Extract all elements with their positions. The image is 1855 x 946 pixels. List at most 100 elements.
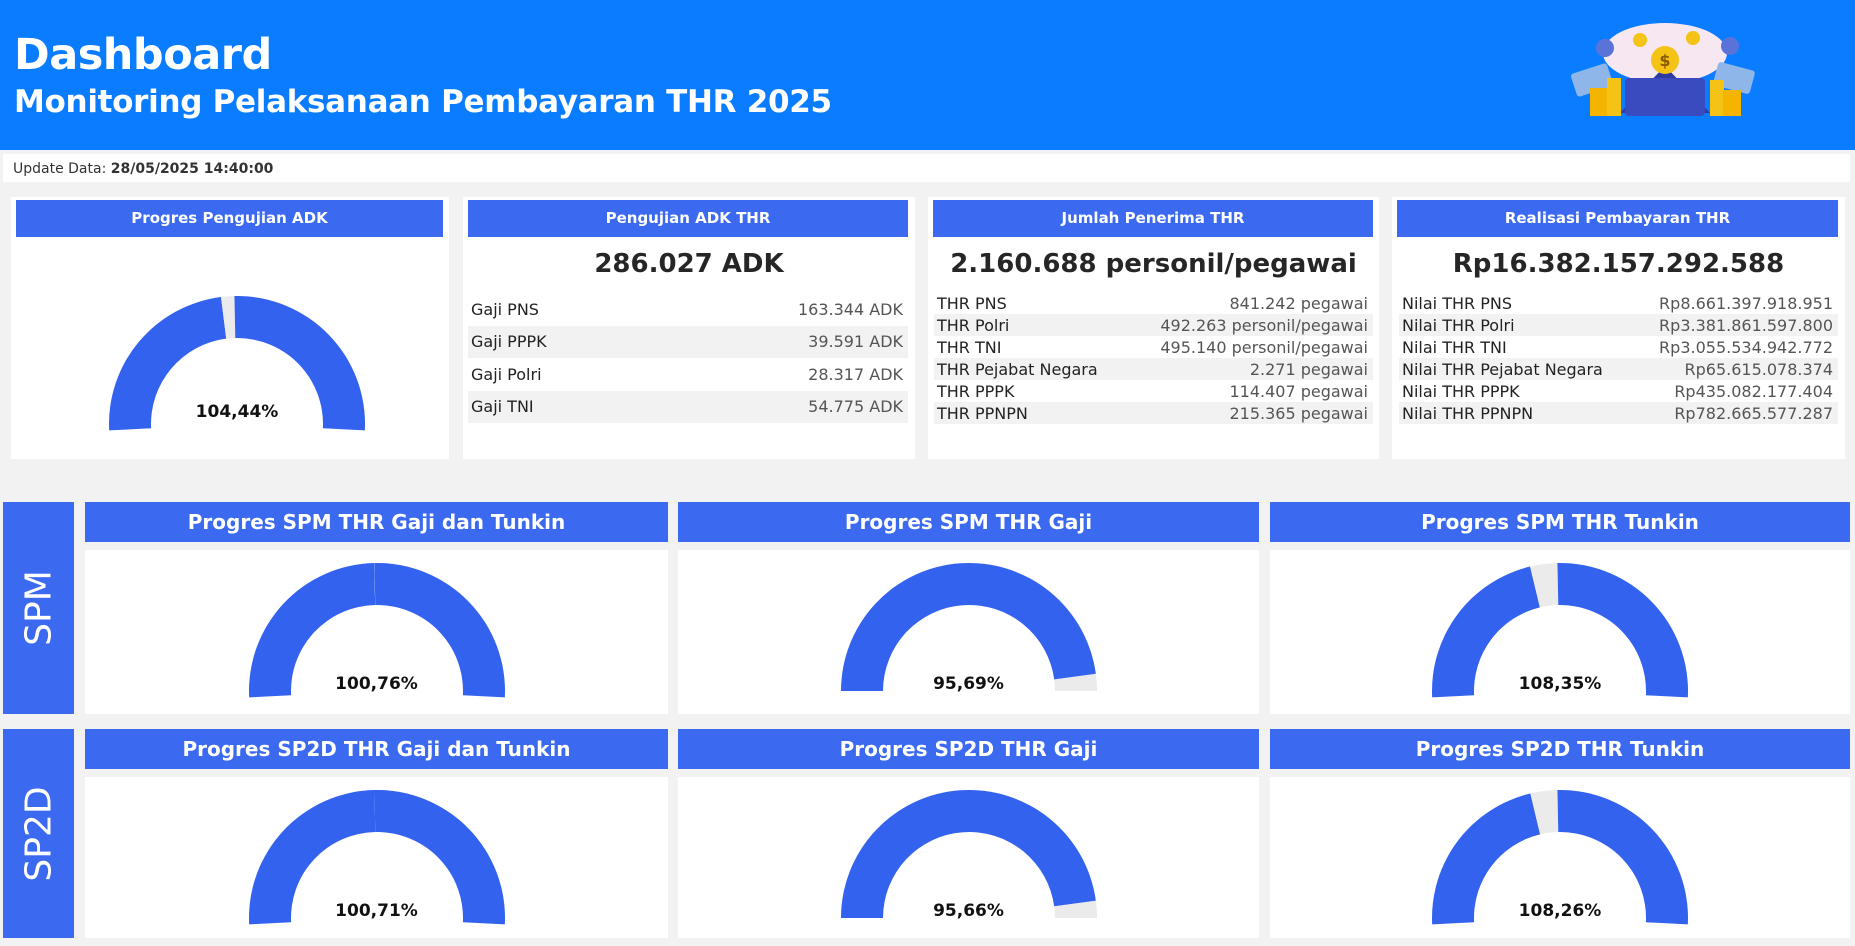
recipients-card: Jumlah Penerima THR 2.160.688 personil/p… xyxy=(928,197,1379,459)
panel-title: Progres SPM THR Gaji dan Tunkin xyxy=(85,502,668,542)
progress-gauge: 108,35% xyxy=(1430,556,1690,706)
row-value: Rp3.055.534.942.772 xyxy=(1659,337,1833,357)
adk-progress-card: Progres Pengujian ADK 104,44% xyxy=(11,197,449,459)
row-label: THR TNI xyxy=(937,337,1002,357)
gauge-panel: 95,66% xyxy=(678,777,1259,938)
card-title: Progres Pengujian ADK xyxy=(16,200,443,237)
list-item: Gaji PPPK 39.591 ADK xyxy=(468,325,908,358)
progress-gauge: 95,69% xyxy=(839,556,1099,706)
list-item: THR PNS 841.242 pegawai xyxy=(934,292,1373,314)
update-label-text: Update Data: xyxy=(13,161,107,177)
row-value: Rp65.615.078.374 xyxy=(1684,359,1833,379)
row-label: Gaji Polri xyxy=(471,364,542,384)
realization-card: Realisasi Pembayaran THR Rp16.382.157.29… xyxy=(1392,197,1845,459)
list-item: Gaji TNI 54.775 ADK xyxy=(468,390,908,423)
progress-gauge: 108,26% xyxy=(1430,783,1690,933)
adk-test-card: Pengujian ADK THR 286.027 ADK Gaji PNS 16… xyxy=(463,197,915,459)
row-value: Rp8.661.397.918.951 xyxy=(1659,293,1833,313)
list-item: THR PPNPN 215.365 pegawai xyxy=(934,402,1373,424)
card-title: Pengujian ADK THR xyxy=(468,200,908,237)
adk-rows: Gaji PNS 163.344 ADK Gaji PPPK 39.591 ADK Ga… xyxy=(468,293,908,423)
panel-title: Progres SPM THR Gaji xyxy=(678,502,1259,542)
row-label: Nilai THR PPNPN xyxy=(1402,403,1534,423)
list-item: Nilai THR TNI Rp3.055.534.942.772 xyxy=(1399,336,1838,358)
row-value: Rp782.665.577.287 xyxy=(1674,403,1833,423)
card-title: Jumlah Penerima THR xyxy=(933,200,1373,237)
update-label: Update Data: 28/05/2025 14:40:00 xyxy=(13,161,273,177)
card-total: 286.027 ADK xyxy=(594,249,784,279)
gauge-value: 100,76% xyxy=(335,674,418,694)
row-value: 54.775 ADK xyxy=(808,397,903,417)
realization-rows: Nilai THR PNS Rp8.661.397.918.951 Nilai TH… xyxy=(1399,292,1838,424)
spm-side-label: SPM xyxy=(3,502,74,714)
header-banner: Dashboard Monitoring Pelaksanaan Pembaya… xyxy=(0,0,1855,150)
row-value: 492.263 personil/pegawai xyxy=(1160,315,1368,335)
gauge-value: 108,35% xyxy=(1518,674,1602,694)
card-total: Rp16.382.157.292.588 xyxy=(1452,249,1785,279)
row-value: 39.591 ADK xyxy=(808,332,903,352)
gauge-panel: 95,69% xyxy=(678,550,1259,714)
row-label: THR Polri xyxy=(937,315,1010,335)
row-value: 841.242 pegawai xyxy=(1229,293,1368,313)
row-label: THR PPPK xyxy=(937,381,1015,401)
list-item: Nilai THR Pejabat Negara Rp65.615.078.374 xyxy=(1399,358,1838,380)
row-label: Nilai THR Pejabat Negara xyxy=(1402,359,1603,379)
row-label: Gaji TNI xyxy=(471,397,534,417)
gauge-value: 95,66% xyxy=(933,901,1004,921)
gauge-value: 104,44% xyxy=(195,402,279,422)
row-value: 215.365 pegawai xyxy=(1229,403,1368,423)
list-item: Gaji PNS 163.344 ADK xyxy=(468,293,908,326)
progress-gauge: 95,66% xyxy=(839,783,1099,933)
list-item: Nilai THR PPNPN Rp782.665.577.287 xyxy=(1399,402,1838,424)
row-label: THR PNS xyxy=(937,293,1007,313)
update-bar: Update Data: 28/05/2025 14:40:00 xyxy=(3,154,1850,182)
money-illustration-icon: $ xyxy=(1571,23,1755,116)
gauge-fill xyxy=(840,790,1096,918)
panel-title: Progres SP2D THR Gaji dan Tunkin xyxy=(85,729,668,769)
gauge-panel: 100,76% xyxy=(85,550,668,714)
list-item: Nilai THR Polri Rp3.381.861.597.800 xyxy=(1399,314,1838,336)
gauge-panel: 108,35% xyxy=(1270,550,1850,714)
list-item: THR TNI 495.140 personil/pegawai xyxy=(934,336,1373,358)
row-label: Nilai THR Polri xyxy=(1402,315,1515,335)
list-item: THR PPPK 114.407 pegawai xyxy=(934,380,1373,402)
list-item: Nilai THR PNS Rp8.661.397.918.951 xyxy=(1399,292,1838,314)
list-item: Nilai THR PPPK Rp435.082.177.404 xyxy=(1399,380,1838,402)
gauge-fill xyxy=(840,562,1096,691)
page-subtitle: Monitoring Pelaksanaan Pembayaran THR 20… xyxy=(14,84,832,120)
recipient-rows: THR PNS 841.242 pegawai THR Polri 492.263 p… xyxy=(934,292,1373,424)
sp2d-side-label: SP2D xyxy=(3,729,74,938)
sp2d-label-text: SP2D xyxy=(18,785,59,882)
row-value: Rp3.381.861.597.800 xyxy=(1659,315,1833,335)
panel-title: Progres SP2D THR Gaji xyxy=(678,729,1259,769)
list-item: THR Pejabat Negara 2.271 pegawai xyxy=(934,358,1373,380)
card-total: 2.160.688 personil/pegawai xyxy=(950,249,1357,279)
row-label: Gaji PPPK xyxy=(471,332,547,352)
gauge-value: 108,26% xyxy=(1518,901,1602,921)
gauge-panel: 108,26% xyxy=(1270,777,1850,938)
progress-gauge: 100,76% xyxy=(247,556,507,706)
progress-gauge: 100,71% xyxy=(247,783,507,933)
row-label: Nilai THR PNS xyxy=(1402,293,1512,313)
row-value: 28.317 ADK xyxy=(808,364,903,384)
row-label: THR PPNPN xyxy=(937,403,1028,423)
row-label: Nilai THR PPPK xyxy=(1402,381,1520,401)
list-item: THR Polri 492.263 personil/pegawai xyxy=(934,314,1373,336)
svg-text:$: $ xyxy=(1659,51,1670,70)
adk-gauge: 104,44% xyxy=(107,289,367,439)
gauge-panel: 100,71% xyxy=(85,777,668,938)
gauge-value: 95,69% xyxy=(933,674,1004,694)
update-timestamp: 28/05/2025 14:40:00 xyxy=(110,161,274,177)
row-value: 2.271 pegawai xyxy=(1249,359,1368,379)
list-item: Gaji Polri 28.317 ADK xyxy=(468,358,908,391)
panel-title: Progres SP2D THR Tunkin xyxy=(1270,729,1850,769)
page-title: Dashboard xyxy=(14,30,272,80)
row-label: THR Pejabat Negara xyxy=(937,359,1098,379)
row-label: Nilai THR TNI xyxy=(1402,337,1507,357)
row-value: Rp435.082.177.404 xyxy=(1674,381,1833,401)
gauge-value: 100,71% xyxy=(335,901,418,921)
card-title: Realisasi Pembayaran THR xyxy=(1397,200,1838,237)
row-value: 495.140 personil/pegawai xyxy=(1160,337,1368,357)
row-value: 114.407 pegawai xyxy=(1229,381,1368,401)
row-label: Gaji PNS xyxy=(471,299,539,319)
